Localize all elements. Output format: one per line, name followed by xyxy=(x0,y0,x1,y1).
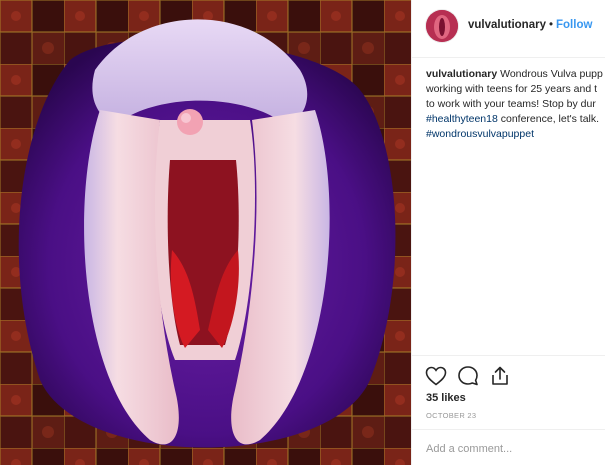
follow-button[interactable]: Follow xyxy=(556,19,592,31)
separator-dot: • xyxy=(548,19,553,31)
comment-input[interactable] xyxy=(426,441,596,457)
caption-username-link[interactable]: vulvalutionary xyxy=(426,68,497,80)
hashtag-link[interactable]: #wondrousvulvapuppet xyxy=(426,128,534,140)
post-sidebar: vulvalutionary • Follow vulvalutionary Won… xyxy=(411,0,605,465)
post-date[interactable]: OCTOBER 23 xyxy=(426,411,476,420)
header-text: vulvalutionary • Follow xyxy=(468,19,592,31)
share-icon[interactable] xyxy=(488,364,512,388)
post-actions: 35 likes OCTOBER 23 xyxy=(412,355,605,466)
hashtag-link[interactable]: #healthyteen18 xyxy=(426,113,498,125)
caption-line-1: vulvalutionary Wondrous Vulva pupp xyxy=(426,67,605,82)
heart-icon[interactable] xyxy=(424,364,448,388)
post-photo[interactable] xyxy=(0,0,411,465)
caption-text-1: Wondrous Vulva pupp xyxy=(500,68,603,80)
caption-line-4: #healthyteen18 conference, let's talk. xyxy=(426,112,605,127)
caption-line-2: working with teens for 25 years and t xyxy=(426,83,598,95)
comment-icon[interactable] xyxy=(456,364,480,388)
caption-line-3: to work with your teams! Stop by dur xyxy=(426,98,596,110)
post-caption: vulvalutionary Wondrous Vulva pupp worki… xyxy=(426,67,605,142)
caption-text-4: conference, let's talk. xyxy=(497,113,600,125)
comment-bar xyxy=(412,429,605,467)
likes-count[interactable]: 35 likes xyxy=(426,392,466,404)
avatar[interactable] xyxy=(426,10,458,42)
caption-line-5: #wondrousvulvapuppet xyxy=(426,127,605,142)
username-link[interactable]: vulvalutionary xyxy=(468,19,546,31)
puppet-image xyxy=(0,0,411,465)
avatar-image-icon xyxy=(426,10,458,42)
post-header: vulvalutionary • Follow xyxy=(412,0,605,58)
